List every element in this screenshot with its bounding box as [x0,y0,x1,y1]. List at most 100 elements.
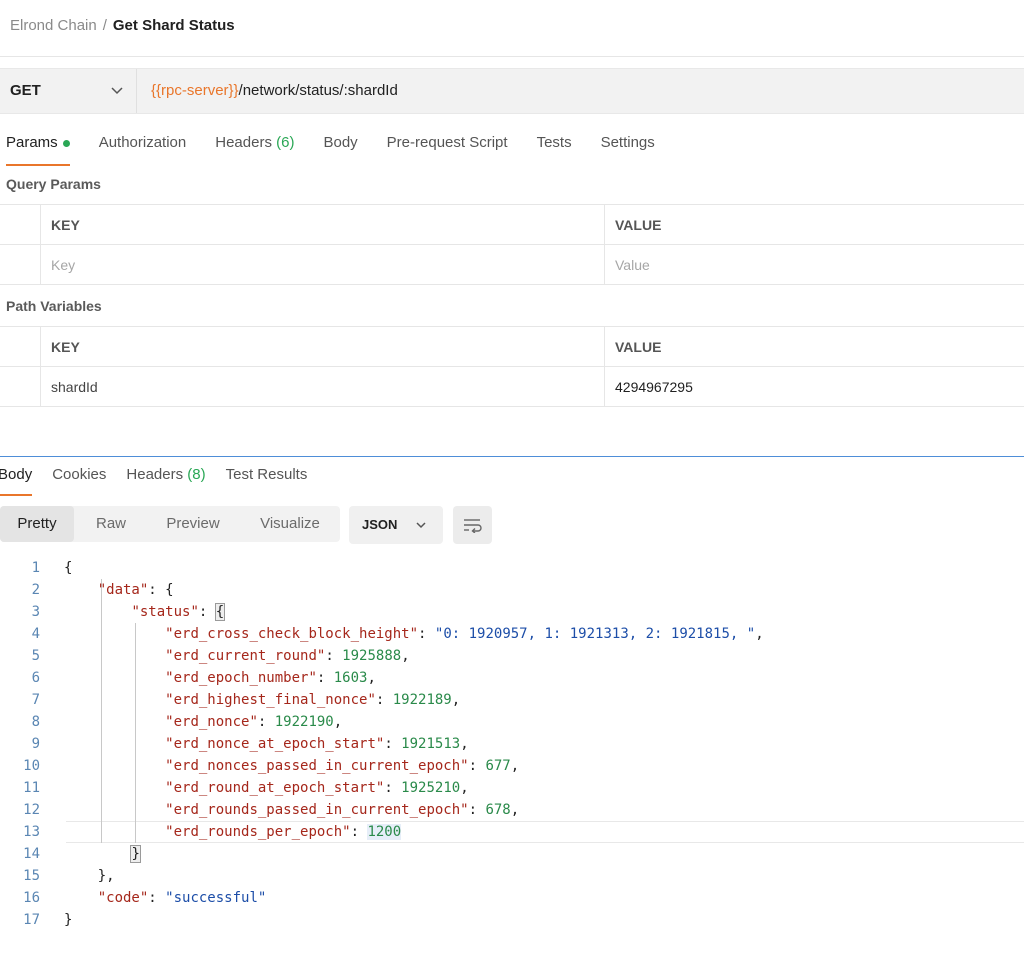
line-number: 11 [23,780,40,796]
path-variable-key: shardId [40,367,604,406]
format-label: JSON [362,517,398,532]
json-punctuation [64,780,165,796]
key-input[interactable]: Key [40,245,604,284]
json-punctuation: , [460,780,469,796]
code-line: 14 } [0,843,1024,865]
key-column-header: KEY [40,205,604,244]
code-line: 1{ [0,557,1024,579]
json-punctuation: : [316,670,334,686]
matched-brace: { [214,603,226,621]
tab-label: Authorization [98,134,187,151]
json-punctuation: : [350,824,368,840]
tab-response-body[interactable]: Body [0,466,33,496]
path-variables-title: Path Variables [6,298,102,314]
json-punctuation: , [401,648,410,664]
code-line: 11 "erd_round_at_epoch_start": 1925210, [0,777,1024,799]
json-punctuation: , [510,758,520,774]
view-raw-button[interactable]: Raw [80,506,142,542]
tab-tests[interactable]: Tests [537,134,572,164]
json-key: "erd_nonces_passed_in_current_epoch" [165,758,469,774]
view-mode-group: Pretty Raw Preview Visualize [0,506,340,542]
path-variable-value-input[interactable]: 4294967295 [604,367,1024,406]
tab-pre-request-script[interactable]: Pre-request Script [387,134,508,164]
json-key: "data" [97,582,149,598]
json-number: 678 [485,802,511,818]
tab-label: Headers [215,134,272,151]
code-line: 7 "erd_highest_final_nonce": 1922189, [0,689,1024,711]
tab-label: Settings [600,134,655,151]
json-punctuation [64,758,165,774]
line-number: 13 [23,824,40,840]
code-line: 12 "erd_rounds_passed_in_current_epoch":… [0,799,1024,821]
tab-authorization[interactable]: Authorization [99,134,187,164]
line-number: 6 [31,670,40,686]
line-number: 17 [23,912,40,928]
code-line: 4 "erd_cross_check_block_height": "0: 19… [0,623,1024,645]
url-bar: GET {{rpc-server}}/network/status/:shard… [0,68,1024,114]
json-punctuation: : [198,604,216,620]
view-pretty-button[interactable]: Pretty [0,506,74,542]
json-number: 1921513 [401,736,461,752]
tab-headers[interactable]: Headers (6) [215,134,294,164]
tab-body[interactable]: Body [323,134,357,164]
code-line: 17} [0,909,1024,931]
code-line: 9 "erd_nonce_at_epoch_start": 1921513, [0,733,1024,755]
code-text: "data": { [64,579,174,601]
json-key: "erd_nonce_at_epoch_start" [165,736,385,752]
json-number: 1925888 [342,648,402,664]
code-line: 5 "erd_current_round": 1925888, [0,645,1024,667]
wrap-lines-button[interactable] [453,506,492,544]
code-text: } [64,843,141,865]
json-punctuation [64,692,165,708]
json-punctuation: : [468,802,486,818]
json-punctuation: , [333,714,343,730]
view-preview-button[interactable]: Preview [150,506,236,542]
line-number: 1 [31,560,40,576]
chevron-down-icon [111,87,123,95]
table-row: shardId 4294967295 [0,367,1024,407]
request-title[interactable]: Get Shard Status [113,17,235,34]
line-number: 2 [31,582,40,598]
json-punctuation [64,626,165,642]
tab-settings[interactable]: Settings [601,134,655,164]
response-body-viewer[interactable]: 1{2 "data": {3 "status": {4 "erd_cross_c… [0,557,1024,931]
json-number: 1603 [333,670,368,686]
code-text: "erd_epoch_number": 1603, [64,667,376,689]
value-column-header: VALUE [604,205,1024,244]
json-punctuation: } [64,912,73,928]
json-key: "code" [97,890,149,906]
json-punctuation: , [510,802,520,818]
pane-divider[interactable] [0,456,1024,457]
tab-response-headers[interactable]: Headers (8) [126,466,205,493]
json-key: "erd_current_round" [165,648,326,664]
code-text: "erd_rounds_passed_in_current_epoch": 67… [64,799,519,821]
tab-label: Body [323,134,358,151]
view-visualize-button[interactable]: Visualize [246,506,334,542]
breadcrumb-collection[interactable]: Elrond Chain [10,17,97,34]
json-string: "0: 1920957, 1: 1921313, 2: 1921815, " [434,626,756,642]
line-number: 10 [23,758,40,774]
json-key: "erd_rounds_per_epoch" [165,824,351,840]
json-punctuation: : [384,736,402,752]
tab-label: Params [6,134,58,151]
tab-cookies[interactable]: Cookies [52,466,106,493]
method-select[interactable]: GET [0,69,137,113]
url-input[interactable]: {{rpc-server}}/network/status/:shardId [151,82,398,99]
json-punctuation [64,890,98,906]
value-input[interactable]: Value [604,245,1024,284]
code-line: 13 "erd_rounds_per_epoch": 1200 [0,821,1024,843]
table-row: Key Value [0,245,1024,285]
code-line: 2 "data": { [0,579,1024,601]
code-text: "erd_cross_check_block_height": "0: 1920… [64,623,763,645]
format-select[interactable]: JSON [349,506,443,544]
json-punctuation [64,670,165,686]
json-punctuation [64,604,131,620]
tab-params[interactable]: Params [6,134,70,166]
json-punctuation: : [148,890,166,906]
line-number: 12 [23,802,40,818]
json-punctuation: { [64,560,73,576]
code-text: }, [64,865,115,887]
tab-label: Cookies [52,466,107,483]
tab-test-results[interactable]: Test Results [226,466,308,493]
wrap-lines-icon [464,519,482,533]
